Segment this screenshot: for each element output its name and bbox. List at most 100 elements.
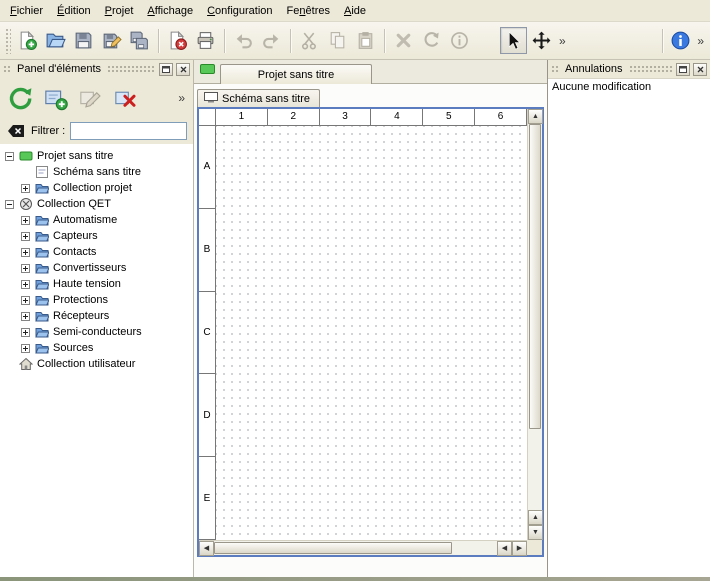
tree-item-sources[interactable]: Sources: [0, 340, 193, 356]
redo-button[interactable]: [258, 27, 285, 54]
scroll-right-button[interactable]: [512, 541, 527, 556]
arrow-right-icon: [517, 545, 522, 552]
tree-item-label: Contacts: [53, 246, 96, 258]
about-qet-button[interactable]: [667, 27, 694, 54]
vertical-scroll-track[interactable]: [528, 124, 542, 510]
element-info-button[interactable]: [446, 27, 473, 54]
cursor-arrow-icon: [503, 30, 524, 51]
tree-item-collection-qet[interactable]: Collection QET: [0, 196, 193, 212]
help-overflow-chevron[interactable]: »: [694, 34, 707, 48]
tree-item-semi-conducteurs[interactable]: Semi-conducteurs: [0, 324, 193, 340]
ruler-column: 2: [268, 109, 320, 125]
collapse-expander-icon[interactable]: [5, 200, 14, 209]
clear-filter-button[interactable]: [6, 122, 26, 140]
tree-item-recepteurs[interactable]: Récepteurs: [0, 308, 193, 324]
scroll-left-button[interactable]: [199, 541, 214, 556]
tree-item-collection-utilisateur[interactable]: Collection utilisateur: [0, 356, 193, 372]
reload-collections-button[interactable]: [5, 83, 35, 113]
expand-expander-icon[interactable]: [21, 248, 30, 257]
undo-icon: [233, 30, 254, 51]
toolbar-overflow-chevron[interactable]: »: [556, 34, 569, 48]
undo-history-empty-item[interactable]: Aucune modification: [548, 79, 710, 95]
rotate-button[interactable]: [418, 27, 445, 54]
menu-fenetres[interactable]: Fenêtres: [280, 2, 337, 20]
horizontal-scroll-track[interactable]: [214, 541, 497, 555]
ruler-corner: [199, 109, 216, 126]
scroll-up-button[interactable]: [528, 109, 543, 124]
dock-grip[interactable]: [629, 65, 674, 73]
save-button[interactable]: [70, 27, 97, 54]
edit-element-button[interactable]: [75, 83, 105, 113]
float-panel-button[interactable]: [159, 63, 173, 76]
menu-affichage[interactable]: Affichage: [140, 2, 200, 20]
undo-button[interactable]: [230, 27, 257, 54]
menu-edition[interactable]: Édition: [50, 2, 98, 20]
scroll-up-button[interactable]: [528, 510, 543, 525]
scroll-down-button[interactable]: [528, 525, 543, 540]
print-button[interactable]: [192, 27, 219, 54]
mdi-workspace: Schéma sans titre 1 2 3 4 5: [194, 84, 547, 577]
scroll-left-button[interactable]: [497, 541, 512, 556]
expand-expander-icon[interactable]: [21, 232, 30, 241]
schema-canvas[interactable]: [216, 126, 527, 540]
project-icon: [18, 149, 33, 163]
tree-item-collection-projet[interactable]: Collection projet: [0, 180, 193, 196]
close-document-button[interactable]: [164, 27, 191, 54]
new-document-button[interactable]: [14, 27, 41, 54]
close-panel-button[interactable]: [176, 63, 190, 76]
tree-item-project[interactable]: Projet sans titre: [0, 148, 193, 164]
schema-tab-label: Schéma sans titre: [222, 93, 310, 105]
tree-item-haute-tension[interactable]: Haute tension: [0, 276, 193, 292]
tree-item-automatisme[interactable]: Automatisme: [0, 212, 193, 228]
copy-button[interactable]: [324, 27, 351, 54]
menu-aide[interactable]: Aide: [337, 2, 373, 20]
open-project-button[interactable]: [42, 27, 69, 54]
tree-item-capteurs[interactable]: Capteurs: [0, 228, 193, 244]
dock-grip[interactable]: [551, 65, 559, 73]
save-as-button[interactable]: [98, 27, 125, 54]
expand-expander-icon[interactable]: [21, 280, 30, 289]
elements-panel-titlebar[interactable]: Panel d'éléments: [0, 60, 193, 78]
float-panel-button[interactable]: [676, 63, 690, 76]
annulations-titlebar[interactable]: Annulations: [548, 60, 710, 78]
delete-element-button[interactable]: [110, 83, 140, 113]
delete-button[interactable]: [390, 27, 417, 54]
schema-horizontal-scrollbar[interactable]: [199, 540, 527, 555]
cut-button[interactable]: [296, 27, 323, 54]
toolbar-separator: [224, 29, 225, 53]
tree-item-convertisseurs[interactable]: Convertisseurs: [0, 260, 193, 276]
filter-input[interactable]: [70, 122, 187, 140]
expand-expander-icon[interactable]: [21, 328, 30, 337]
tree-item-contacts[interactable]: Contacts: [0, 244, 193, 260]
expand-expander-icon[interactable]: [21, 344, 30, 353]
tab-projet-sans-titre[interactable]: Projet sans titre: [220, 64, 372, 84]
elements-tree: Projet sans titre Schéma sans titre Coll…: [0, 144, 193, 577]
horizontal-scroll-thumb[interactable]: [214, 542, 452, 554]
save-all-button[interactable]: [126, 27, 153, 54]
schema-vertical-scrollbar[interactable]: [527, 109, 542, 540]
expand-expander-icon[interactable]: [21, 264, 30, 273]
menu-fichier[interactable]: Fichier: [3, 2, 50, 20]
new-element-button[interactable]: [40, 83, 70, 113]
paste-button[interactable]: [352, 27, 379, 54]
collapse-expander-icon[interactable]: [5, 152, 14, 161]
folder-icon: [34, 261, 49, 275]
menu-projet[interactable]: Projet: [98, 2, 141, 20]
expand-expander-icon[interactable]: [21, 296, 30, 305]
tab-schema-sans-titre[interactable]: Schéma sans titre: [197, 89, 320, 108]
expand-expander-icon[interactable]: [21, 184, 30, 193]
select-tool-button[interactable]: [500, 27, 527, 54]
close-panel-button[interactable]: [693, 63, 707, 76]
tree-item-protections[interactable]: Protections: [0, 292, 193, 308]
tree-item-schema[interactable]: Schéma sans titre: [0, 164, 193, 180]
vertical-scroll-thumb[interactable]: [529, 124, 541, 429]
menu-configuration[interactable]: Configuration: [200, 2, 279, 20]
expand-expander-icon[interactable]: [21, 312, 30, 321]
toolbar-grip[interactable]: [5, 28, 11, 54]
dock-grip[interactable]: [3, 65, 11, 73]
ruler-row: C: [199, 292, 215, 375]
move-tool-button[interactable]: [528, 27, 555, 54]
panel-overflow-chevron[interactable]: »: [175, 91, 188, 105]
dock-grip[interactable]: [107, 65, 156, 73]
expand-expander-icon[interactable]: [21, 216, 30, 225]
